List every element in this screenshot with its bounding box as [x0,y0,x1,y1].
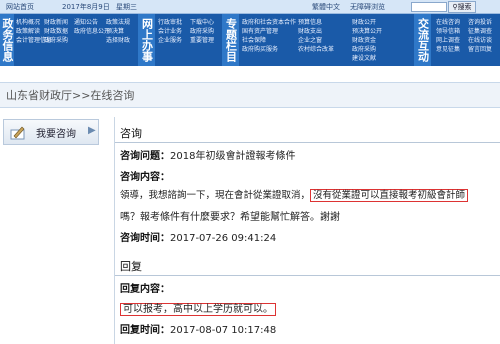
reply-time: 2017-08-07 10:17:48 [170,325,277,336]
consult-content-label-row: 咨询内容： [120,168,170,183]
nav-link[interactable]: 下载中心 [190,18,214,27]
accessibility-link[interactable]: 无障碍浏览 [350,2,385,12]
nav-link[interactable]: 财政资金 [352,36,382,45]
search-button[interactable]: ⚲搜索 [448,1,476,13]
question-label: 咨询问题： [120,151,170,162]
nav-link[interactable]: 预算信息 [298,18,334,27]
nav-col-5: 行政审批 会计业务 企业服务 [158,18,182,45]
nav-col-2: 财政新闻 财政数据 政府采购 [44,18,68,45]
nav-link[interactable]: 企业服务 [158,36,182,45]
top-bar: 网站首页 2017年8月9日 星期三 繁體中文 无障碍浏览 ⚲搜索 [0,0,500,14]
reply-content-label-row: 回复内容： [120,280,170,295]
reply-content-label: 回复内容： [120,284,170,295]
pen-icon [10,126,25,140]
consult-time-row: 咨询时间：2017-07-26 09:41:24 [120,229,276,244]
nav-link[interactable]: 政府采购 [44,36,68,45]
nav-link[interactable]: 财政公开 [352,18,382,27]
date-text: 2017年8月9日 [62,3,110,11]
nav-block-online-service[interactable]: 网上办事 [138,14,155,66]
nav-col-8: 预算信息 财政支出 企业之窗 农村综合改革 [298,18,334,54]
nav-link[interactable]: 意见征集 [436,45,460,54]
nav-link[interactable]: 领导信箱 [436,27,460,36]
content-label: 咨询内容： [120,172,170,183]
consult-section-title: 咨询 [120,127,142,140]
nav-link[interactable]: 会计业务 [158,27,182,36]
divider [115,275,500,276]
nav-block-interaction[interactable]: 交流互动 [414,14,431,66]
nav-link[interactable]: 政府购买服务 [242,45,296,54]
consult-button[interactable]: 我要咨询 ▶ [3,119,99,145]
content-text-part: 嗎？報考條件有什麼要求？希望能幫忙解答。謝謝 [120,212,340,223]
nav-link[interactable]: 重要管理 [190,36,214,45]
consult-content-line-2: 嗎？報考條件有什麼要求？希望能幫忙解答。謝謝 [120,208,340,223]
nav-link[interactable]: 咨询投诉 [468,18,492,27]
nav-link[interactable]: 预决算公开 [352,27,382,36]
nav-col-7: 政府和社会资本合作 国有资产管理 社会保障 政府购买服务 [242,18,296,54]
nav-col-4: 政策法规 预决算 选择财政 [106,18,130,45]
nav-link[interactable]: 在线咨询 [436,18,460,27]
nav-link[interactable]: 农村综合改革 [298,45,334,54]
consult-question-row: 咨询问题：2018年初级會計證報考條件 [120,147,295,162]
nav-link[interactable]: 预决算 [106,27,130,36]
nav-link[interactable]: 通知公告 [74,18,110,27]
nav-link[interactable]: 政策法规 [106,18,130,27]
nav-link[interactable]: 财政数据 [44,27,68,36]
nav-col-3: 通知公告 政府信息公开 [74,18,110,36]
nav-link[interactable]: 在线访谈 [468,36,492,45]
home-link[interactable]: 网站首页 [6,2,34,12]
nav-link[interactable]: 国有资产管理 [242,27,296,36]
nav-col-11: 咨询投诉 征集调查 在线访谈 留言回复 [468,18,492,54]
reply-content: 可以报考，高中以上学历就可以。 [120,303,276,316]
nav-link[interactable]: 财政新闻 [44,18,68,27]
divider [115,142,500,143]
nav-block-special-topics[interactable]: 专题栏目 [222,14,239,66]
nav-col-10: 在线咨询 领导信箱 网上调查 意见征集 [436,18,460,54]
nav-link[interactable]: 选择财政 [106,36,130,45]
consult-button-label: 我要咨询 [36,129,76,140]
arrow-right-icon: ▶ [88,125,96,136]
consult-time: 2017-07-26 09:41:24 [170,233,277,244]
reply-time-label: 回复时间： [120,325,170,336]
reply-section-title: 回复 [120,260,142,273]
nav-link[interactable]: 企业之窗 [298,36,334,45]
nav-link[interactable]: 留言回复 [468,45,492,54]
nav-link[interactable]: 政府和社会资本合作 [242,18,296,27]
nav-link[interactable]: 征集调查 [468,27,492,36]
content-text-part: 領導，我想諮詢一下，現在會計從業證取消， [120,190,311,201]
nav-block-gov-info[interactable]: 政务信息 [0,14,14,66]
question-text: 2018年初级會計證報考條件 [170,151,296,162]
nav-col-6: 下载中心 政府采购 重要管理 [190,18,214,45]
breadcrumb[interactable]: 山东省财政厅>>在线咨询 [6,87,134,103]
nav-link[interactable]: 社会保障 [242,36,296,45]
search-input[interactable] [411,2,447,12]
nav-link[interactable]: 行政审批 [158,18,182,27]
nav-link[interactable]: 政府信息公开 [74,27,110,36]
consult-content-line-1: 領導，我想諮詢一下，現在會計從業證取消， 沒有從業證可以直接報考初級會計師 [120,187,469,202]
weekday-text: 星期三 [116,3,137,11]
nav-col-9: 财政公开 预决算公开 财政资金 政府采购 建设文献 [352,18,382,63]
reply-time-row: 回复时间：2017-08-07 10:17:48 [120,321,276,336]
nav-link[interactable]: 建设文献 [352,54,382,63]
nav-link[interactable]: 财政支出 [298,27,334,36]
reply-content-row: 可以报考，高中以上学历就可以。 [120,300,276,316]
nav-link[interactable]: 政府采购 [352,45,382,54]
nav-link[interactable]: 网上调查 [436,36,460,45]
lang-link[interactable]: 繁體中文 [312,2,340,12]
time-label: 咨询时间： [120,233,170,244]
nav-link[interactable]: 政府采购 [190,27,214,36]
highlighted-text: 沒有從業證可以直接報考初級會計師 [310,189,469,202]
